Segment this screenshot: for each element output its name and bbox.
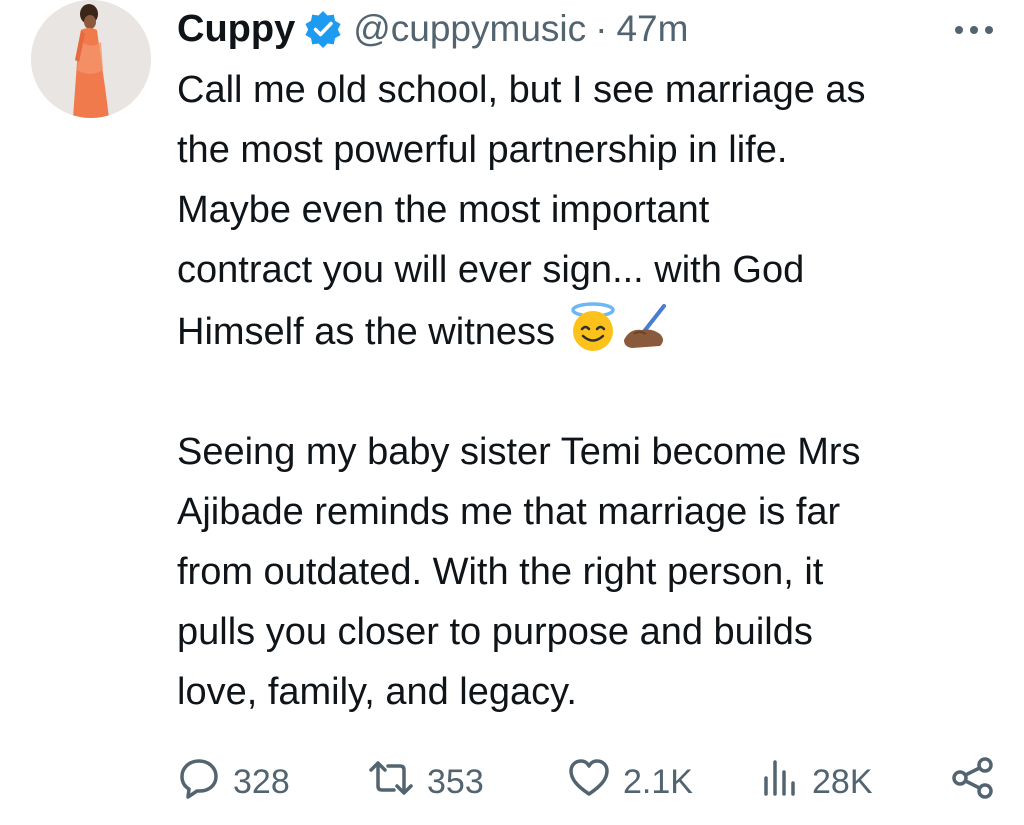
action-bar: 328 353 2.1K 28K [177, 752, 1007, 812]
like-count: 2.1K [623, 762, 693, 801]
share-icon [950, 756, 1008, 809]
smiling-face-with-halo-icon [566, 300, 620, 354]
reply-button[interactable]: 328 [177, 752, 290, 812]
text-line: Ajibade reminds me that marriage is far [177, 491, 841, 533]
views-button[interactable]: 28K [760, 752, 873, 812]
share-button[interactable] [950, 752, 1008, 812]
text-line: Call me old school, but I see marriage a… [177, 69, 866, 111]
writing-hand-icon [620, 300, 674, 354]
paragraph-1: Call me old school, but I see marriage a… [177, 60, 1007, 362]
retweet-button[interactable]: 353 [367, 752, 484, 812]
text-line: love, family, and legacy. [177, 671, 577, 713]
tweet-text: Call me old school, but I see marriage a… [177, 60, 1007, 722]
like-button[interactable]: 2.1K [567, 752, 693, 812]
verified-badge-icon [303, 9, 343, 49]
more-options-icon[interactable] [950, 20, 998, 40]
paragraph-2: Seeing my baby sister Temi become Mrs Aj… [177, 422, 1007, 722]
text-line: Seeing my baby sister Temi become Mrs [177, 431, 861, 473]
text-line: Maybe even the most important [177, 189, 710, 231]
retweet-icon [367, 756, 427, 809]
avatar[interactable] [31, 0, 151, 118]
reply-count: 328 [233, 762, 290, 801]
text-line: the most powerful partnership in life. [177, 129, 788, 171]
author-name[interactable]: Cuppy [177, 8, 295, 51]
text-line: Himself as the witness [177, 311, 556, 353]
timestamp[interactable]: 47m [616, 8, 688, 50]
views-count: 28K [812, 762, 873, 801]
views-icon [760, 756, 812, 809]
separator-dot: · [595, 8, 608, 49]
text-line: from outdated. With the right person, it [177, 551, 824, 593]
text-line: pulls you closer to purpose and builds [177, 611, 813, 653]
reply-icon [177, 756, 233, 809]
tweet-header: Cuppy @cuppymusic · 47m [177, 4, 688, 54]
retweet-count: 353 [427, 762, 484, 801]
tweet: Cuppy @cuppymusic · 47m Call me old scho… [0, 0, 1024, 825]
heart-icon [567, 756, 623, 809]
text-line: contract you will ever sign... with God [177, 249, 805, 291]
author-handle[interactable]: @cuppymusic [353, 8, 586, 50]
